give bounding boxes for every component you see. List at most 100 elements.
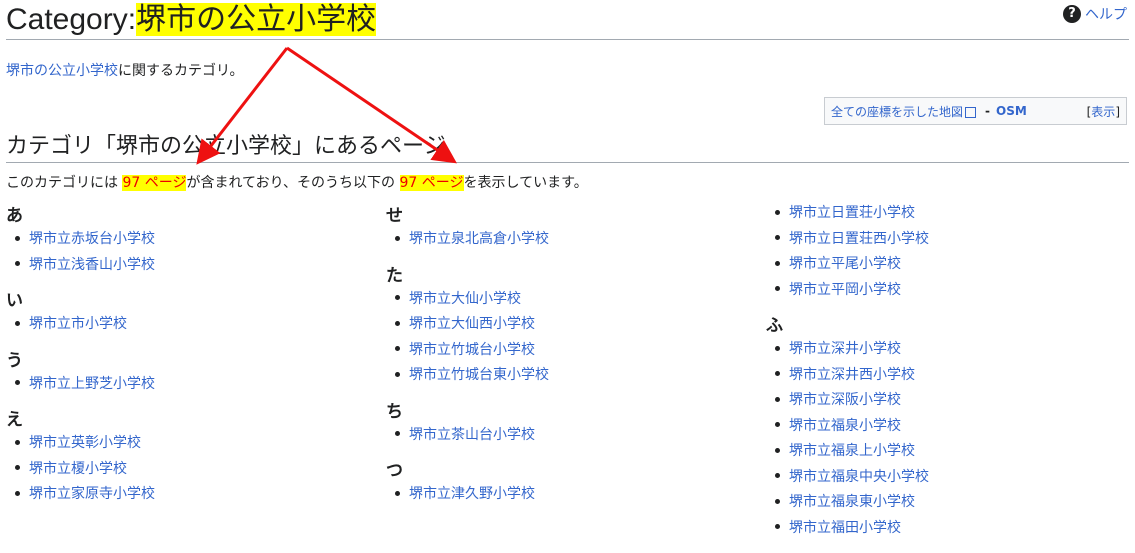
school-page-link[interactable]: 堺市立平尾小学校 bbox=[789, 256, 901, 272]
list-item: 堺市立福泉上小学校 bbox=[775, 439, 1126, 465]
list-item: 堺市立深阪小学校 bbox=[775, 388, 1126, 414]
letter-heading: ふ bbox=[766, 316, 783, 336]
title-category-name: 堺市の公立小学校 bbox=[136, 3, 377, 36]
letter-heading: え bbox=[6, 410, 23, 430]
help-label[interactable]: ヘルプ bbox=[1085, 4, 1127, 24]
list-item: 堺市立浅香山小学校 bbox=[15, 253, 366, 279]
school-page-link[interactable]: 堺市立深阪小学校 bbox=[789, 392, 901, 408]
list-item: 堺市立大仙西小学校 bbox=[395, 312, 746, 338]
bullet-icon bbox=[775, 422, 780, 427]
category-column-2: せ堺市立泉北高倉小学校た堺市立大仙小学校 堺市立大仙西小学校 堺市立竹城台小学校 堺市… bbox=[386, 205, 746, 520]
bullet-icon bbox=[15, 380, 20, 385]
school-page-link[interactable]: 堺市立大仙小学校 bbox=[409, 291, 521, 307]
school-page-link[interactable]: 堺市立上野芝小学校 bbox=[29, 376, 155, 392]
bullet-icon bbox=[775, 396, 780, 402]
page-list: 堺市立市小学校 bbox=[6, 312, 366, 338]
letter-heading: た bbox=[386, 265, 403, 286]
section-divider bbox=[6, 162, 1129, 163]
school-page-link[interactable]: 堺市立日置荘小学校 bbox=[789, 205, 915, 221]
letter-heading: つ bbox=[386, 461, 403, 481]
bullet-icon bbox=[395, 320, 400, 326]
page-list: 堺市立茶山台小学校 bbox=[386, 423, 746, 449]
list-item: 堺市立大仙小学校 bbox=[395, 287, 746, 313]
list-item: 堺市立平尾小学校 bbox=[775, 252, 1126, 278]
school-page-link[interactable]: 堺市立市小学校 bbox=[29, 316, 127, 332]
letter-group: 堺市立日置荘小学校 堺市立日置荘西小学校 堺市立平尾小学校 堺市立平岡小学校 bbox=[766, 201, 1126, 303]
list-item: 堺市立福泉小学校 bbox=[775, 414, 1126, 440]
list-item: 堺市立竹城台小学校 bbox=[395, 338, 746, 364]
school-page-link[interactable]: 堺市立竹城台東小学校 bbox=[409, 367, 549, 383]
school-page-link[interactable]: 堺市立福泉中央小学校 bbox=[789, 469, 929, 485]
list-item: 堺市立平岡小学校 bbox=[775, 278, 1126, 304]
school-page-link[interactable]: 堺市立泉北高倉小学校 bbox=[409, 231, 549, 247]
school-page-link[interactable]: 堺市立深井小学校 bbox=[789, 341, 901, 357]
bullet-icon bbox=[15, 235, 20, 241]
school-page-link[interactable]: 堺市立平岡小学校 bbox=[789, 282, 901, 298]
bullet-icon bbox=[775, 286, 780, 291]
title-prefix: Category: bbox=[6, 3, 137, 36]
list-item: 堺市立上野芝小学校 bbox=[15, 372, 366, 398]
show-toggle[interactable]: [表示] bbox=[1087, 103, 1120, 120]
letter-group: ち堺市立茶山台小学校 bbox=[386, 401, 746, 449]
letter-heading: あ bbox=[6, 206, 23, 226]
school-page-link[interactable]: 堺市立福田小学校 bbox=[789, 520, 901, 536]
bullet-icon bbox=[775, 473, 780, 478]
osm-link[interactable]: OSM bbox=[996, 104, 1027, 118]
letter-group: ふ堺市立深井小学校 堺市立深井西小学校 堺市立深阪小学校 堺市立福泉小学校 堺市立福泉上… bbox=[766, 315, 1126, 541]
page-list: 堺市立日置荘小学校 堺市立日置荘西小学校 堺市立平尾小学校 堺市立平岡小学校 bbox=[766, 201, 1126, 303]
description-link[interactable]: 堺市の公立小学校 bbox=[6, 63, 118, 79]
school-page-link[interactable]: 堺市立福泉東小学校 bbox=[789, 494, 915, 510]
page-list: 堺市立大仙小学校 堺市立大仙西小学校 堺市立竹城台小学校 堺市立竹城台東小学校 bbox=[386, 287, 746, 389]
help-link[interactable]: ? ヘルプ bbox=[1063, 4, 1127, 24]
page-count-line: このカテゴリには 97 ページが含まれており、そのうち以下の 97 ページを表示… bbox=[6, 175, 588, 191]
letter-group: あ堺市立赤坂台小学校 堺市立浅香山小学校 bbox=[6, 205, 366, 278]
letter-group: い堺市立市小学校 bbox=[6, 290, 366, 338]
school-page-link[interactable]: 堺市立茶山台小学校 bbox=[409, 427, 535, 443]
bullet-icon bbox=[15, 490, 20, 496]
shown-page-count: 97 ページ bbox=[399, 175, 464, 191]
page-list: 堺市立赤坂台小学校 堺市立浅香山小学校 bbox=[6, 227, 366, 278]
school-page-link[interactable]: 堺市立日置荘西小学校 bbox=[789, 231, 929, 247]
school-page-link[interactable]: 堺市立深井西小学校 bbox=[789, 367, 915, 383]
show-toggle-label[interactable]: 表示 bbox=[1091, 105, 1115, 119]
page-list: 堺市立津久野小学校 bbox=[386, 482, 746, 508]
school-page-link[interactable]: 堺市立大仙西小学校 bbox=[409, 316, 535, 332]
bullet-icon bbox=[395, 431, 400, 436]
bullet-icon bbox=[775, 447, 780, 453]
school-page-link[interactable]: 堺市立浅香山小学校 bbox=[29, 257, 155, 273]
letter-group: せ堺市立泉北高倉小学校 bbox=[386, 205, 746, 253]
list-item: 堺市立深井小学校 bbox=[775, 337, 1126, 363]
external-link-icon bbox=[965, 106, 977, 118]
list-item: 堺市立市小学校 bbox=[15, 312, 366, 338]
page-list: 堺市立上野芝小学校 bbox=[6, 372, 366, 398]
bullet-icon bbox=[15, 320, 20, 326]
list-item: 堺市立赤坂台小学校 bbox=[15, 227, 366, 253]
list-item: 堺市立日置荘小学校 bbox=[775, 201, 1126, 227]
school-page-link[interactable]: 堺市立津久野小学校 bbox=[409, 486, 535, 502]
school-page-link[interactable]: 堺市立福泉小学校 bbox=[789, 418, 901, 434]
bullet-icon bbox=[775, 371, 780, 376]
letter-heading: う bbox=[6, 350, 23, 371]
school-page-link[interactable]: 堺市立赤坂台小学校 bbox=[29, 231, 155, 247]
bullet-icon bbox=[15, 261, 20, 266]
bullet-icon bbox=[775, 235, 780, 240]
coordinates-separator: - bbox=[985, 104, 990, 118]
category-description: 堺市の公立小学校に関するカテゴリ。 bbox=[6, 60, 243, 80]
bullet-icon bbox=[395, 235, 400, 241]
school-page-link[interactable]: 堺市立竹城台小学校 bbox=[409, 342, 535, 358]
total-page-count: 97 ページ bbox=[122, 175, 187, 191]
school-page-link[interactable]: 堺市立福泉上小学校 bbox=[789, 443, 915, 459]
school-page-link[interactable]: 堺市立家原寺小学校 bbox=[29, 486, 155, 502]
school-page-link[interactable]: 堺市立英彰小学校 bbox=[29, 435, 141, 451]
list-item: 堺市立茶山台小学校 bbox=[395, 423, 746, 449]
letter-heading: せ bbox=[386, 206, 403, 226]
coordinates-box: 全ての座標を示した地図 - OSM [表示] bbox=[824, 97, 1127, 125]
letter-heading: い bbox=[6, 291, 23, 311]
list-item: 堺市立深井西小学校 bbox=[775, 363, 1126, 389]
school-page-link[interactable]: 堺市立榎小学校 bbox=[29, 461, 127, 477]
page-list: 堺市立深井小学校 堺市立深井西小学校 堺市立深阪小学校 堺市立福泉小学校 堺市立福泉上小… bbox=[766, 337, 1126, 541]
bullet-icon bbox=[395, 346, 400, 351]
list-item: 堺市立福田小学校 bbox=[775, 516, 1126, 542]
all-coordinates-map-link[interactable]: 全ての座標を示した地図 bbox=[831, 103, 963, 120]
letter-group: た堺市立大仙小学校 堺市立大仙西小学校 堺市立竹城台小学校 堺市立竹城台東小学校 bbox=[386, 265, 746, 389]
